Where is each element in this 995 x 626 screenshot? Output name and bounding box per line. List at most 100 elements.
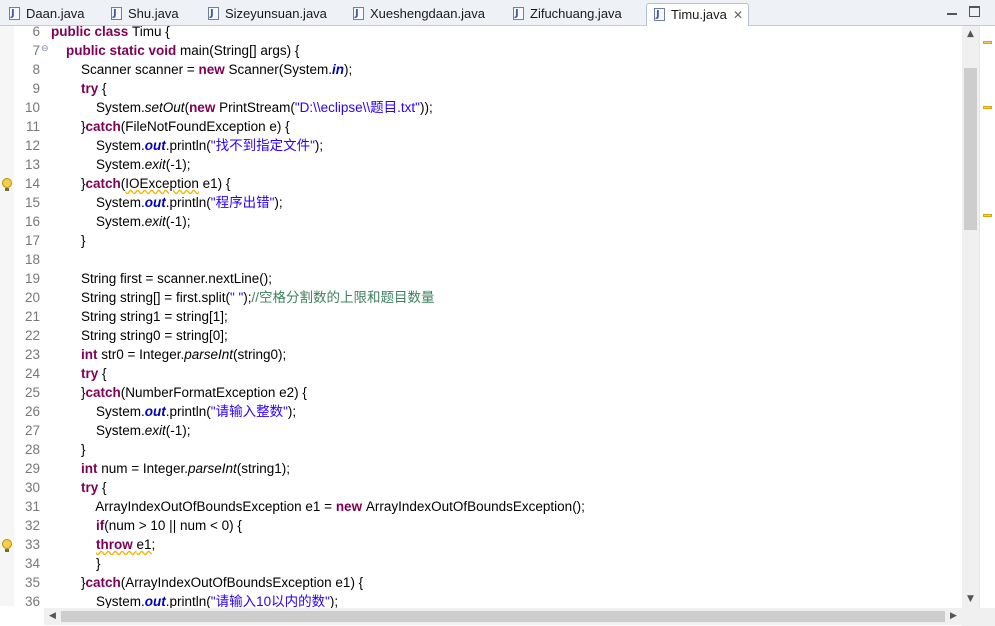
minimize-editor-button[interactable] bbox=[947, 6, 958, 17]
code-line[interactable]: 18 bbox=[0, 250, 962, 269]
code-token: string0 bbox=[237, 347, 279, 362]
warning-marker[interactable] bbox=[983, 214, 992, 217]
code-line[interactable]: 29 int num = Integer.parseInt(string1); bbox=[0, 459, 962, 478]
code-token: catch bbox=[85, 176, 121, 191]
code-token: num bbox=[101, 461, 128, 476]
code-line[interactable]: 10 System.setOut(new PrintStream("D:\\ec… bbox=[0, 98, 962, 117]
line-number: 27 bbox=[24, 423, 40, 438]
warning-marker[interactable] bbox=[983, 41, 992, 44]
warning-lightbulb-icon[interactable] bbox=[2, 539, 12, 552]
code-line[interactable]: 8 Scanner scanner = new Scanner(System.i… bbox=[0, 60, 962, 79]
line-number: 18 bbox=[24, 252, 40, 267]
code-token: scanner bbox=[135, 62, 184, 77]
horizontal-scroll-thumb[interactable] bbox=[61, 611, 945, 622]
code-token: catch bbox=[85, 575, 121, 590]
code-line[interactable]: 28 } bbox=[0, 440, 962, 459]
scroll-right-icon[interactable]: ▶ bbox=[945, 608, 962, 625]
code-token: .split( bbox=[197, 290, 230, 305]
scroll-down-icon[interactable]: ▼ bbox=[962, 591, 979, 608]
code-area[interactable]: 6 public class Timu {7 ⊖ public static voi… bbox=[0, 22, 962, 608]
code-line[interactable]: 33 throw e1; bbox=[0, 535, 962, 554]
code-line[interactable]: 23 int str0 = Integer.parseInt(string0); bbox=[0, 345, 962, 364]
code-line[interactable]: 20 String string[] = first.split(" ");//… bbox=[0, 288, 962, 307]
code-token: new bbox=[335, 499, 366, 514]
overview-ruler[interactable] bbox=[979, 26, 995, 608]
code-line[interactable]: 31 ArrayIndexOutOfBoundsException e1 = n… bbox=[0, 497, 962, 516]
code-line[interactable]: 24 try { bbox=[0, 364, 962, 383]
code-line[interactable]: 12 System.out.println("找不到指定文件"); bbox=[0, 136, 962, 155]
code-line[interactable]: 36 System.out.println("请输入10以内的数"); bbox=[0, 592, 962, 608]
code-line[interactable]: 35 }catch(ArrayIndexOutOfBoundsException… bbox=[0, 573, 962, 592]
code-token: ); bbox=[281, 461, 291, 476]
vertical-scroll-thumb[interactable] bbox=[964, 68, 977, 230]
code-token: public static void bbox=[66, 43, 181, 58]
code-token: System. bbox=[51, 404, 145, 419]
code-line[interactable]: 15 System.out.println("程序出错"); bbox=[0, 193, 962, 212]
code-token: [] = bbox=[153, 290, 176, 305]
code-line[interactable]: 7 ⊖ public static void main(String[] args… bbox=[0, 41, 962, 60]
code-token: [1]; bbox=[208, 309, 228, 324]
line-number: 23 bbox=[24, 347, 40, 362]
line-number: 19 bbox=[24, 271, 40, 286]
code-line[interactable]: 9 try { bbox=[0, 79, 962, 98]
code-line[interactable]: 17 } bbox=[0, 231, 962, 250]
java-file-icon bbox=[513, 3, 524, 25]
code-token: exit bbox=[144, 214, 166, 229]
code-token: int bbox=[81, 461, 102, 476]
code-line[interactable]: 25 }catch(NumberFormatException e2) { bbox=[0, 383, 962, 402]
code-token: out bbox=[144, 138, 166, 153]
code-token: = Integer. bbox=[123, 347, 185, 362]
code-line[interactable]: 22 String string0 = string[0]; bbox=[0, 326, 962, 345]
code-token: string bbox=[175, 309, 209, 324]
maximize-editor-button[interactable] bbox=[969, 6, 980, 17]
code-line[interactable]: 32 if(num > 10 || num < 0) { bbox=[0, 516, 962, 535]
code-line[interactable]: 21 String string1 = string[1]; bbox=[0, 307, 962, 326]
code-token: exit bbox=[144, 423, 166, 438]
fold-toggle-icon[interactable]: ⊖ bbox=[41, 45, 49, 54]
code-line[interactable]: 14 }catch(IOException e1) { bbox=[0, 174, 962, 193]
scroll-left-icon[interactable]: ◀ bbox=[44, 608, 61, 625]
vertical-scrollbar[interactable]: ▲ ▼ bbox=[962, 26, 979, 608]
horizontal-scrollbar[interactable]: ◀ ▶ bbox=[44, 608, 962, 625]
scrollbar-corner bbox=[962, 608, 995, 626]
code-text: ArrayIndexOutOfBoundsException e1 = new … bbox=[51, 497, 585, 516]
code-line[interactable]: 16 System.exit(-1); bbox=[0, 212, 962, 231]
line-number: 24 bbox=[24, 366, 40, 381]
java-file-icon bbox=[9, 3, 20, 25]
code-line[interactable]: 6 public class Timu { bbox=[0, 22, 962, 41]
line-number: 36 bbox=[24, 594, 40, 608]
code-line[interactable]: 11 }catch(FileNotFoundException e) { bbox=[0, 117, 962, 136]
code-token: = Integer. bbox=[127, 461, 188, 476]
code-token: )); bbox=[419, 100, 433, 115]
warning-lightbulb-icon[interactable] bbox=[2, 178, 12, 191]
code-token: = bbox=[160, 328, 176, 343]
code-line[interactable]: 19 String first = scanner.nextLine(); bbox=[0, 269, 962, 288]
code-line[interactable]: 30 try { bbox=[0, 478, 962, 497]
code-line[interactable]: 27 System.exit(-1); bbox=[0, 421, 962, 440]
code-line[interactable]: 13 System.exit(-1); bbox=[0, 155, 962, 174]
code-token: " " bbox=[229, 290, 244, 305]
code-token: str0 bbox=[101, 347, 124, 362]
line-number: 17 bbox=[24, 233, 40, 248]
code-token: e1 bbox=[136, 537, 152, 552]
code-editor[interactable]: 6 public class Timu {7 ⊖ public static voi… bbox=[0, 24, 995, 626]
code-text: try { bbox=[51, 478, 107, 497]
code-token: Scanner bbox=[51, 62, 136, 77]
line-number: 28 bbox=[24, 442, 40, 457]
code-token: (FileNotFoundException bbox=[120, 119, 270, 134]
code-token: string1 bbox=[120, 309, 161, 324]
code-token: ArrayIndexOutOfBoundsException bbox=[51, 499, 306, 514]
code-token: "请输入10以内的数" bbox=[210, 594, 330, 608]
scroll-up-icon[interactable]: ▲ bbox=[962, 26, 979, 43]
code-token: throw bbox=[96, 537, 137, 552]
code-token: setOut bbox=[144, 100, 185, 115]
warning-marker[interactable] bbox=[983, 106, 992, 109]
line-number: 12 bbox=[24, 138, 40, 153]
code-text: System.out.println("请输入整数"); bbox=[51, 402, 296, 421]
code-token: } bbox=[51, 385, 86, 400]
code-token: .println( bbox=[165, 594, 211, 608]
code-line[interactable]: 26 System.out.println("请输入整数"); bbox=[0, 402, 962, 421]
code-token: string bbox=[120, 290, 154, 305]
code-line[interactable]: 34 } bbox=[0, 554, 962, 573]
